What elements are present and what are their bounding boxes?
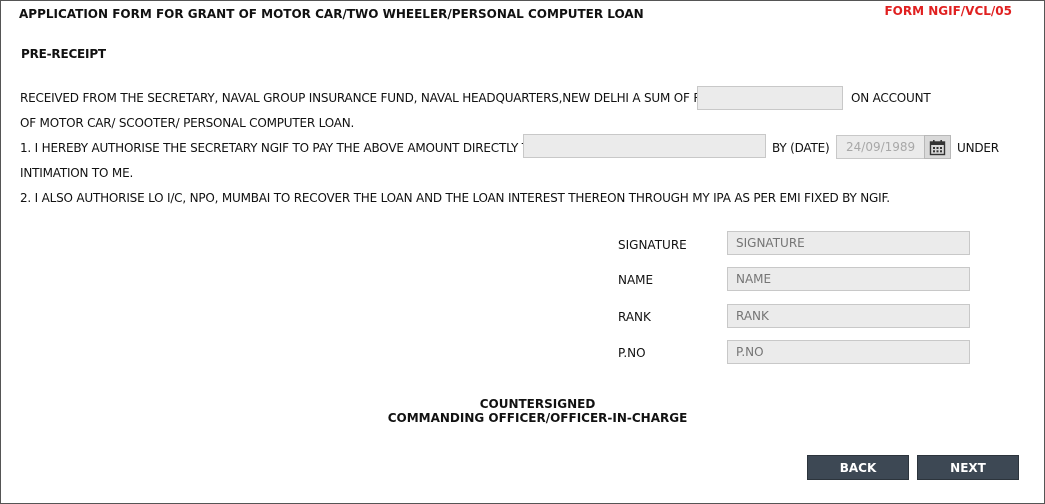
calendar-button[interactable] — [924, 135, 951, 159]
calendar-icon — [929, 139, 946, 155]
authorise-text-line2: INTIMATION TO ME. — [20, 166, 134, 180]
page-title: APPLICATION FORM FOR GRANT OF MOTOR CAR/… — [19, 7, 644, 21]
authorise-text-end: UNDER — [957, 141, 999, 155]
date-input[interactable] — [836, 135, 925, 159]
by-date-label: BY (DATE) — [772, 141, 830, 155]
section-heading: PRE-RECEIPT — [21, 47, 106, 61]
authorise-text-line3: 2. I ALSO AUTHORISE LO I/C, NPO, MUMBAI … — [20, 191, 890, 205]
payee-input[interactable] — [523, 134, 766, 158]
receipt-text-start: RECEIVED FROM THE SECRETARY, NAVAL GROUP… — [20, 91, 713, 105]
receipt-text-end: ON ACCOUNT — [851, 91, 931, 105]
signature-field[interactable] — [727, 231, 970, 255]
pno-label: P.NO — [618, 346, 646, 360]
form-number: FORM NGIF/VCL/05 — [884, 4, 1012, 18]
name-label: NAME — [618, 273, 654, 287]
countersigned-label: COUNTERSIGNED — [479, 397, 596, 411]
name-field[interactable] — [727, 267, 970, 291]
back-button[interactable]: BACK — [807, 455, 909, 480]
amount-input[interactable] — [697, 86, 843, 110]
rank-field[interactable] — [727, 304, 970, 328]
rank-label: RANK — [618, 310, 651, 324]
pno-field[interactable] — [727, 340, 970, 364]
commanding-officer-label: COMMANDING OFFICER/OFFICER-IN-CHARGE — [387, 411, 688, 425]
authorise-text-start: 1. I HEREBY AUTHORISE THE SECRETARY NGIF… — [20, 141, 539, 155]
signature-label: SIGNATURE — [618, 238, 687, 252]
next-button[interactable]: NEXT — [917, 455, 1019, 480]
receipt-text-line2: OF MOTOR CAR/ SCOOTER/ PERSONAL COMPUTER… — [20, 116, 355, 130]
